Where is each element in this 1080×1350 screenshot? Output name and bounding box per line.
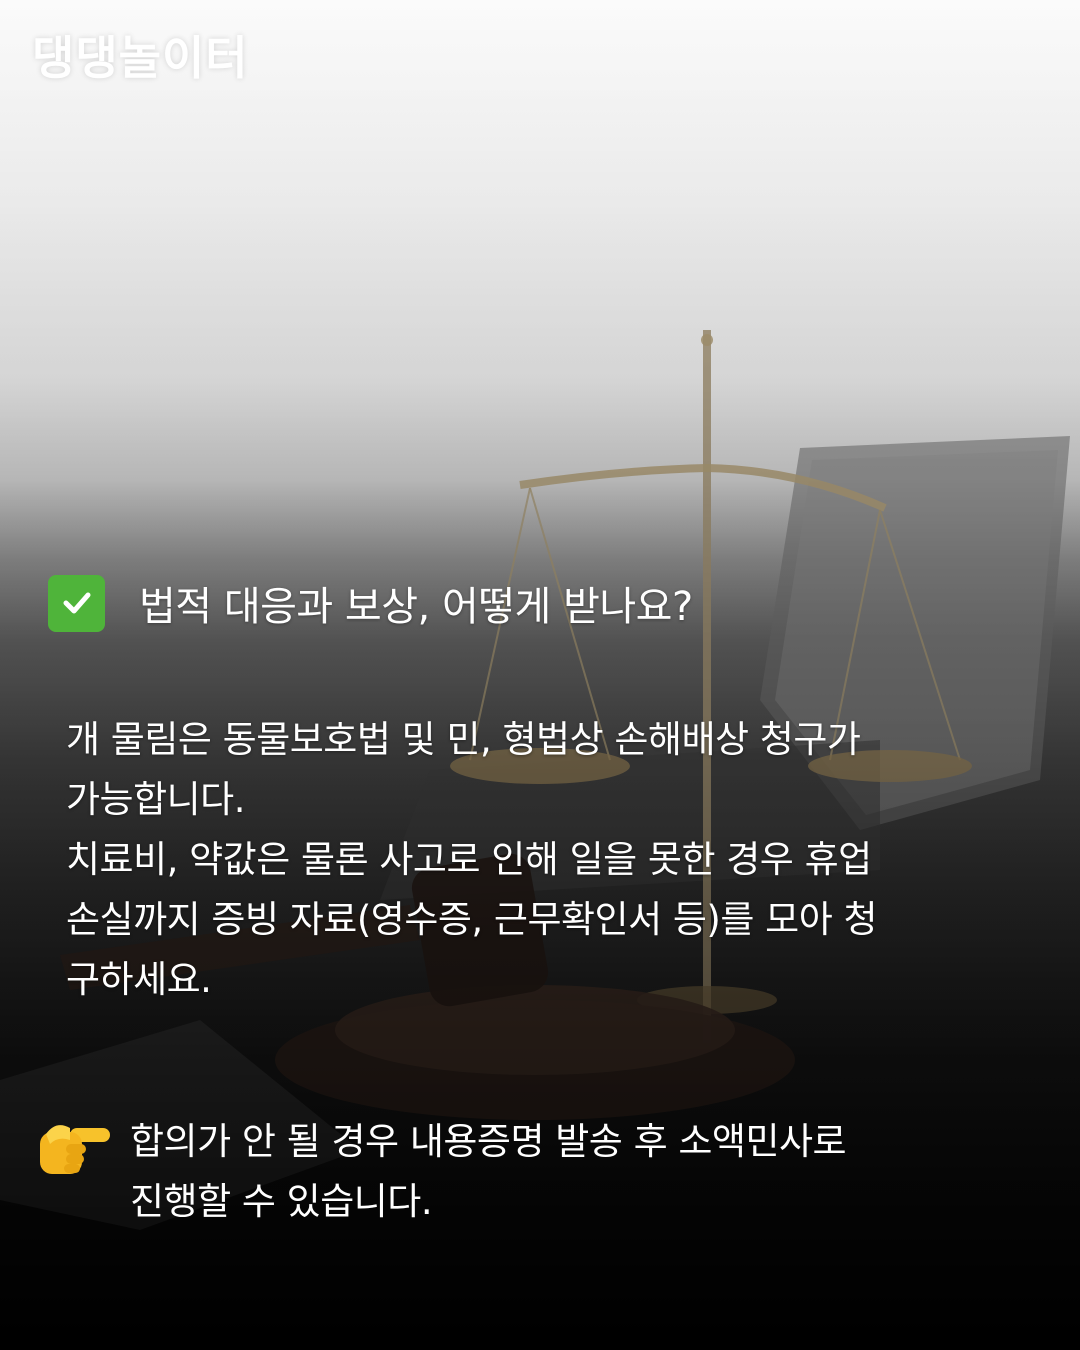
body-line: 개 물림은 동물보호법 및 민, 형법상 손해배상 청구가	[66, 718, 861, 761]
tip-text: 합의가 안 될 경우 내용증명 발송 후 소액민사로 진행할 수 있습니다.	[130, 1112, 847, 1232]
body-line: 치료비, 약값은 물론 사고로 인해 일을 못한 경우 휴업	[66, 838, 872, 881]
heading-text: 법적 대응과 보상, 어떻게 받나요?	[139, 584, 693, 630]
check-mark-button-icon	[48, 574, 105, 632]
brand-logo: 댕댕놀이터	[32, 31, 249, 85]
tip-line: 진행할 수 있습니다.	[130, 1180, 433, 1223]
section-heading: 법적 대응과 보상, 어떻게 받나요?	[48, 574, 693, 632]
card: 댕댕놀이터 법적 대응과 보상, 어떻게 받나요? 개 물림은 동물보호법 및 …	[0, 0, 1080, 1350]
body-line: 가능합니다.	[66, 778, 245, 821]
body-line: 구하세요.	[66, 958, 212, 1001]
tip-line: 합의가 안 될 경우 내용증명 발송 후 소액민사로	[130, 1120, 847, 1163]
backhand-index-pointing-right-icon	[40, 1125, 110, 1174]
body-paragraph: 개 물림은 동물보호법 및 민, 형법상 손해배상 청구가 가능합니다. 치료비…	[66, 710, 1046, 1010]
body-line: 손실까지 증빙 자료(영수증, 근무확인서 등)를 모아 청	[66, 898, 878, 941]
